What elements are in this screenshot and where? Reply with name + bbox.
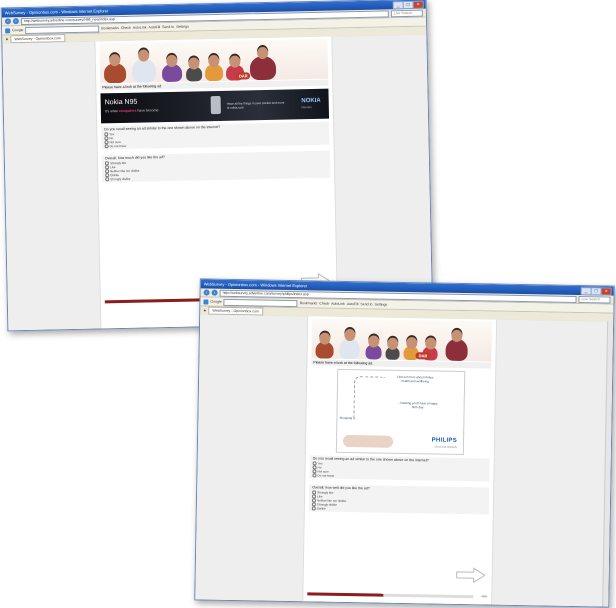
close-button[interactable]: × xyxy=(600,287,612,296)
page-content: DAR Please have a look at the following … xyxy=(195,314,614,607)
ad-tagline: It's what computers have become. xyxy=(104,108,160,114)
favorites-star-icon[interactable]: ★ xyxy=(203,308,206,312)
person-figure xyxy=(161,63,183,83)
phone-icon xyxy=(210,95,221,115)
person-figure xyxy=(131,58,157,83)
person-figure xyxy=(103,62,127,84)
autofill-button[interactable]: AutoFill xyxy=(347,302,359,306)
nokia-ad: Nokia N95 It's what computers have becom… xyxy=(100,88,330,124)
question-recall: Do you recall seeing an ad similar to th… xyxy=(101,121,330,150)
person-figure xyxy=(185,66,203,82)
person-figure xyxy=(315,341,334,359)
send-to-button[interactable]: Send to xyxy=(162,25,174,29)
check-button[interactable]: Check xyxy=(121,26,131,30)
person-figure xyxy=(204,63,224,82)
bookmarks-button[interactable]: Bookmarks xyxy=(101,26,119,30)
progress-bar xyxy=(307,592,474,599)
ad-shopping-text: Shopping is... xyxy=(339,415,358,421)
window-title: WebSurvey - Opinionbox.com - Windows Int… xyxy=(203,281,308,289)
person-figure xyxy=(249,55,277,81)
progress-fill xyxy=(104,298,204,304)
progress-label: 46% xyxy=(481,594,488,599)
favorites-star-icon[interactable]: ★ xyxy=(5,37,8,41)
survey-logo: DAR xyxy=(235,72,251,80)
autofill-button[interactable]: AutoFill xyxy=(148,25,160,29)
back-icon[interactable]: ‹ xyxy=(203,289,210,296)
back-icon[interactable]: ‹ xyxy=(4,18,12,25)
forward-icon[interactable]: › xyxy=(12,18,20,25)
progress-fill xyxy=(307,592,384,597)
header-banner: DAR xyxy=(99,38,329,84)
google-search-input[interactable] xyxy=(25,24,100,34)
nokia-logo: NOKIA Nseries xyxy=(301,97,321,110)
next-arrow-icon[interactable] xyxy=(455,567,486,589)
browser-window-philips: WebSurvey - Opinionbox.com - Windows Int… xyxy=(194,278,615,608)
person-figure xyxy=(365,344,382,360)
search-box[interactable]: Live Search xyxy=(578,295,611,304)
settings-button[interactable]: Settings xyxy=(374,302,387,306)
philips-slogan: sense and simplicity xyxy=(434,445,457,449)
autolink-button[interactable]: AutoLink xyxy=(133,25,147,29)
google-logo: Google xyxy=(5,27,23,33)
ad-bubble-text: ...knowing you'll have a happy birth day xyxy=(397,400,438,410)
bookmarks-button[interactable]: Bookmarks xyxy=(300,301,318,305)
ad-brand: Nokia N95 xyxy=(104,98,138,107)
send-to-button[interactable]: Send to xyxy=(360,302,372,306)
philips-logo: PHILIPS xyxy=(431,437,458,444)
close-button[interactable]: × xyxy=(412,0,424,9)
shaver-cord xyxy=(353,376,386,418)
person-figure xyxy=(445,338,468,362)
ad-copy: Have all the things in your pocket and m… xyxy=(226,100,285,110)
sleeping-person-image xyxy=(342,434,394,448)
philips-ad: Find out more about Philips health and w… xyxy=(335,368,466,456)
ad-bubble-text: Find out more about Philips health and w… xyxy=(396,374,434,384)
search-box[interactable]: Live Search xyxy=(390,9,423,17)
window-title: WebSurvey - Opinionbox.com - Windows Int… xyxy=(4,8,109,16)
settings-button[interactable]: Settings xyxy=(176,25,189,29)
question-liking: Overall, how well did you like the ad? S… xyxy=(308,484,490,515)
question-recall: Do you recall seeing an ad similar to th… xyxy=(309,455,490,482)
nokia-ad-image: Nokia N95 It's what computers have becom… xyxy=(100,88,330,124)
header-banner: DAR xyxy=(311,318,493,362)
vertical-scrollbar[interactable] xyxy=(602,321,614,607)
person-figure xyxy=(339,337,360,360)
person-figure xyxy=(385,346,400,360)
survey-logo: DAR xyxy=(415,352,431,360)
question-liking: Overall, how much did you like the ad? S… xyxy=(101,150,331,183)
autolink-button[interactable]: AutoLink xyxy=(331,302,345,306)
forward-icon[interactable]: › xyxy=(211,289,218,296)
survey-panel: DAR Please have a look at the following … xyxy=(302,316,498,605)
google-logo: Google xyxy=(203,298,222,305)
google-search-input[interactable] xyxy=(223,298,298,307)
check-button[interactable]: Check xyxy=(319,301,329,305)
